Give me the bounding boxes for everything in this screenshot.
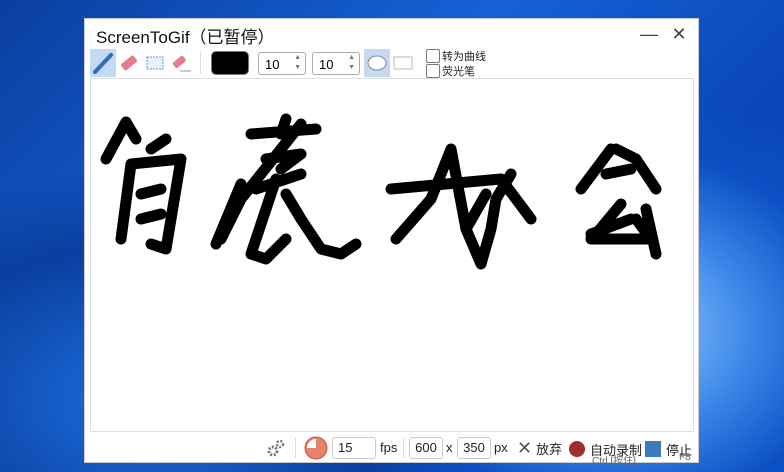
pen-icon[interactable] [90, 49, 116, 77]
close-icon[interactable]: ✕ [667, 22, 691, 46]
record-shortcut: Ctrl [按住] [592, 456, 636, 467]
stop-shortcut: F8 [679, 452, 691, 463]
divider [295, 438, 296, 458]
px-label: px [494, 440, 508, 455]
fit-to-curve-checkbox[interactable]: 转为曲线 [426, 48, 486, 64]
fit-to-curve-label: 转为曲线 [442, 51, 486, 63]
down-arrow-icon[interactable]: ▼ [348, 64, 355, 71]
board-toolbar: 10 ▲ ▼ 10 ▲ ▼ 转为曲线 荧光笔 [90, 48, 690, 79]
rectangle-tip-button[interactable] [390, 49, 416, 77]
pen-height-value: 10 [319, 57, 334, 72]
stop-icon [645, 441, 661, 457]
eraser-icon[interactable] [116, 49, 142, 77]
up-arrow-icon[interactable]: ▲ [348, 54, 355, 61]
width-input[interactable]: 600 [409, 437, 443, 459]
drawing-canvas[interactable] [90, 78, 694, 432]
highlighter-checkbox[interactable]: 荧光笔 [426, 63, 475, 79]
status-bar: 15 fps 600 x 350 px ✕ 放弃 自动录制 Ctrl [按住] 停… [85, 434, 700, 467]
ellipse-tip-button[interactable] [364, 49, 390, 77]
gear-icon[interactable] [267, 439, 285, 457]
screentogif-window: ScreenToGif（已暂停） — ✕ 10 ▲ ▼ 10 ▲ ▼ 转为曲线 … [84, 18, 700, 467]
discard-button[interactable]: ✕ 放弃 [517, 438, 562, 459]
checkbox-icon[interactable] [426, 64, 440, 78]
down-arrow-icon[interactable]: ▼ [294, 64, 301, 71]
minimize-icon[interactable]: — [637, 22, 661, 46]
select-rectangle-icon[interactable] [142, 49, 168, 77]
height-input[interactable]: 350 [457, 437, 491, 459]
frame-rate-icon [304, 436, 328, 460]
up-arrow-icon[interactable]: ▲ [294, 54, 301, 61]
clear-eraser-icon[interactable] [168, 49, 194, 77]
ink-drawing [100, 113, 662, 270]
pen-height-stepper[interactable]: 10 ▲ ▼ [312, 52, 360, 75]
window-title: ScreenToGif（已暂停） [96, 28, 275, 47]
divider [200, 52, 201, 74]
discard-label: 放弃 [536, 442, 563, 457]
color-picker[interactable] [211, 51, 249, 75]
fps-label: fps [380, 440, 398, 455]
close-x-icon: ✕ [517, 438, 533, 458]
x-label: x [446, 440, 453, 455]
highlighter-label: 荧光笔 [442, 66, 475, 78]
divider [403, 438, 404, 458]
checkbox-icon[interactable] [426, 49, 440, 63]
pen-width-stepper[interactable]: 10 ▲ ▼ [258, 52, 306, 75]
pen-width-value: 10 [265, 57, 280, 72]
fps-value: 15 [338, 440, 353, 455]
fps-input[interactable]: 15 [332, 437, 376, 459]
record-icon [569, 441, 585, 457]
